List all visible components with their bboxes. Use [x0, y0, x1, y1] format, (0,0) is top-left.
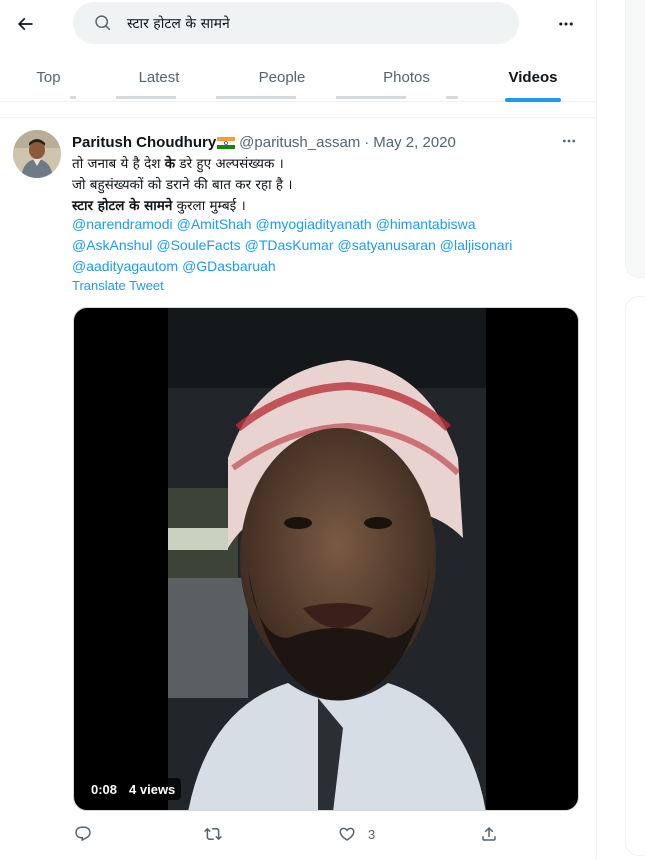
video-thumbnail	[168, 308, 486, 810]
search-icon	[93, 13, 113, 33]
tab-latest-label: Latest	[138, 68, 180, 86]
video-player[interactable]: 0:08 4 views	[73, 307, 579, 811]
share-icon	[482, 826, 496, 841]
text-fragment: डरे हुए अल्पसंख्यक ।	[175, 156, 284, 172]
display-name[interactable]: Paritush Choudhury	[72, 134, 216, 151]
tweet-text-line-1: तो जनाब ये है देश के डरे हुए अल्पसंख्यक …	[72, 154, 572, 175]
mention-link[interactable]: @GDasbaruah	[182, 258, 276, 274]
active-tab-indicator	[505, 98, 561, 102]
mentions-line-1: @narendramodi @AmitShah @myogiadityanath @h…	[72, 214, 572, 235]
more-options-button[interactable]	[550, 8, 582, 40]
previous-tweet-remnant	[70, 92, 500, 102]
mention-link[interactable]: @AskAnshul	[72, 237, 152, 253]
mention-link[interactable]: @myogiadityanath	[256, 216, 372, 232]
bold-text-fragment: स्टार होटल के सामने	[72, 198, 173, 214]
tweet-date[interactable]: May 2, 2020	[373, 134, 456, 151]
tweet-header: Paritush Choudhury @paritush_assam · May…	[72, 132, 456, 152]
tab-photos-label: Photos	[383, 68, 430, 86]
back-button[interactable]	[8, 7, 42, 41]
mention-link[interactable]: @laljisonari	[440, 237, 513, 253]
tweet-actions: 3	[72, 821, 512, 847]
mention-link[interactable]: @himantabiswa	[376, 216, 476, 232]
bold-text-fragment: के	[164, 156, 176, 172]
search-header	[0, 0, 596, 50]
tweet-text: तो जनाब ये है देश के डरे हुए अल्पसंख्यक …	[72, 154, 572, 217]
sidebar-card-clipped	[625, 296, 645, 856]
more-horizontal-icon	[559, 22, 573, 26]
avatar[interactable]	[13, 130, 61, 178]
reply-button[interactable]	[74, 821, 104, 847]
video-duration: 0:08	[91, 781, 118, 797]
like-button[interactable]: 3	[338, 821, 375, 847]
video-views: 4 views	[129, 781, 176, 797]
video-duration-views-badge: 0:08 4 views	[85, 778, 182, 800]
mention-link[interactable]: @AmitShah	[177, 216, 252, 232]
like-count: 3	[368, 826, 376, 842]
search-input[interactable]	[127, 15, 487, 31]
text-fragment: कुरला मुम्बई ।	[172, 198, 246, 214]
tweet-more-button[interactable]	[555, 130, 583, 152]
more-horizontal-icon	[563, 139, 575, 143]
arrow-left-icon	[17, 17, 33, 31]
mention-link[interactable]: @TDasKumar	[245, 237, 334, 253]
main-column: Top Latest People Photos Videos Paritush…	[0, 0, 597, 860]
india-flag-icon	[217, 136, 236, 149]
retweet-button[interactable]	[204, 821, 234, 847]
reply-icon	[75, 826, 91, 842]
heart-icon	[339, 827, 355, 841]
retweet-icon	[204, 827, 222, 841]
text-fragment: तो जनाब ये है देश	[72, 156, 165, 172]
mentions-line-3: @aadityagautom @GDasbaruah	[72, 256, 572, 277]
user-handle[interactable]: @paritush_assam	[239, 134, 360, 151]
tab-people-label: People	[258, 68, 306, 86]
translate-tweet-link[interactable]: Translate Tweet	[72, 278, 164, 293]
share-button[interactable]	[480, 821, 498, 847]
right-sidebar-edge	[597, 0, 645, 860]
tab-top-label: Top	[36, 68, 61, 86]
sidebar-card-clipped	[625, 0, 645, 278]
tab-videos-label: Videos	[508, 68, 558, 86]
mentions-block: @narendramodi @AmitShah @myogiadityanath @h…	[72, 214, 572, 277]
mention-link[interactable]: @SouleFacts	[156, 237, 240, 253]
mention-link[interactable]: @narendramodi	[72, 216, 173, 232]
tweet[interactable]: Paritush Choudhury @paritush_assam · May…	[0, 118, 596, 860]
mention-link[interactable]: @aadityagautom	[72, 258, 178, 274]
search-box[interactable]	[73, 2, 519, 44]
mention-link[interactable]: @satyanusaran	[338, 237, 436, 253]
mentions-line-2: @AskAnshul @SouleFacts @TDasKumar @satyanus…	[72, 235, 572, 256]
tweet-text-line-2: जो बहुसंख्यकों को डराने की बात कर रहा है…	[72, 177, 293, 193]
separator-dot: ·	[364, 133, 370, 151]
